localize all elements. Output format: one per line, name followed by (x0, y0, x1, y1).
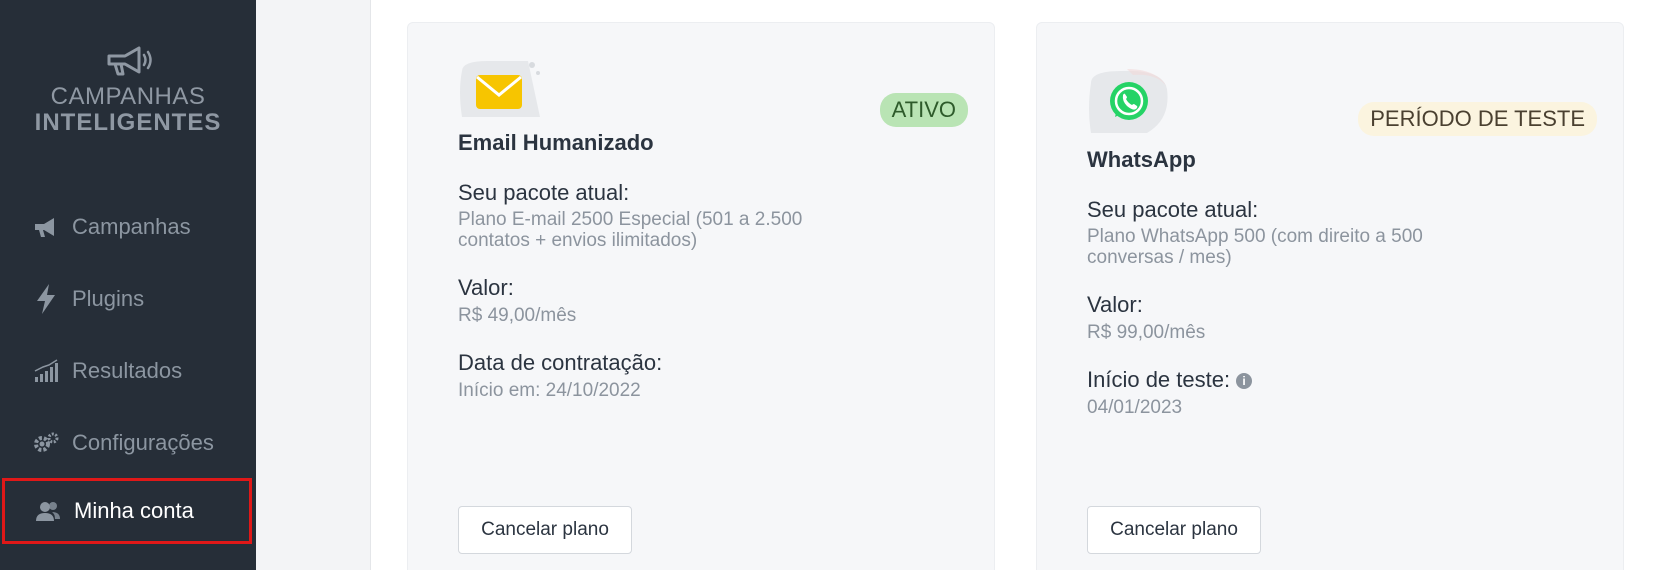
cancel-plan-button[interactable]: Cancelar plano (1087, 506, 1261, 554)
date-value: Início em: 24/10/2022 (458, 380, 641, 401)
price-label: Valor: (458, 275, 514, 300)
megaphone-icon (107, 46, 152, 76)
logo-line-2: INTELIGENTES (34, 109, 222, 136)
users-icon (34, 497, 62, 525)
price-value: R$ 49,00/mês (458, 305, 577, 326)
card-title: WhatsApp (1087, 147, 1196, 172)
sidebar-item-label: Campanhas (72, 214, 191, 239)
sidebar-item-label: Minha conta (74, 498, 194, 523)
sidebar-item-label: Plugins (72, 286, 145, 311)
package-label: Seu pacote atual: (1087, 197, 1259, 222)
logo: CAMPANHAS INTELIGENTES (0, 44, 256, 136)
sidebar-item-label: Configurações (72, 430, 214, 455)
package-label: Seu pacote atual: (458, 180, 630, 205)
sidebar-item-plugins[interactable]: Plugins (0, 268, 256, 330)
lightning-icon (32, 284, 60, 314)
card-title: Email Humanizado (458, 130, 654, 155)
content-gutter (256, 0, 371, 570)
package-value: Plano E-mail 2500 Especial (501 a 2.500 … (458, 209, 803, 251)
info-icon[interactable]: i (1236, 373, 1253, 389)
whatsapp-icon (1087, 69, 1173, 140)
trial-start-label: Início de teste: (1087, 367, 1231, 392)
megaphone-icon (32, 213, 60, 241)
status-badge: PERÍODO DE TESTE (1358, 102, 1597, 136)
logo-line-1: CAMPANHAS (50, 83, 206, 110)
status-badge: ATIVO (879, 93, 968, 127)
trial-start-row: Início de teste: i (1087, 367, 1253, 393)
email-icon (458, 61, 544, 122)
price-label: Valor: (1087, 292, 1143, 317)
date-label: Data de contratação: (458, 350, 663, 375)
sidebar-item-resultados[interactable]: Resultados (0, 340, 256, 402)
plan-card-email: ATIVO Email Humanizado Seu pacote atual:… (407, 22, 995, 570)
sidebar-item-minha-conta[interactable]: Minha conta (2, 478, 252, 544)
gears-icon (32, 429, 60, 457)
sidebar-item-configuracoes[interactable]: Configurações (0, 412, 256, 474)
cancel-plan-button[interactable]: Cancelar plano (458, 506, 632, 554)
price-value: R$ 99,00/mês (1087, 322, 1206, 343)
package-value: Plano WhatsApp 500 (com direito a 500 co… (1087, 226, 1423, 268)
bar-chart-icon (32, 357, 60, 385)
sidebar-item-campanhas[interactable]: Campanhas (0, 196, 256, 258)
sidebar: CAMPANHAS INTELIGENTES Campanhas Plugins… (0, 0, 256, 570)
plan-card-whatsapp: PERÍODO DE TESTE WhatsApp Seu pacote atu… (1036, 22, 1624, 570)
sidebar-item-label: Resultados (72, 358, 183, 383)
trial-start-value: 04/01/2023 (1087, 397, 1183, 418)
